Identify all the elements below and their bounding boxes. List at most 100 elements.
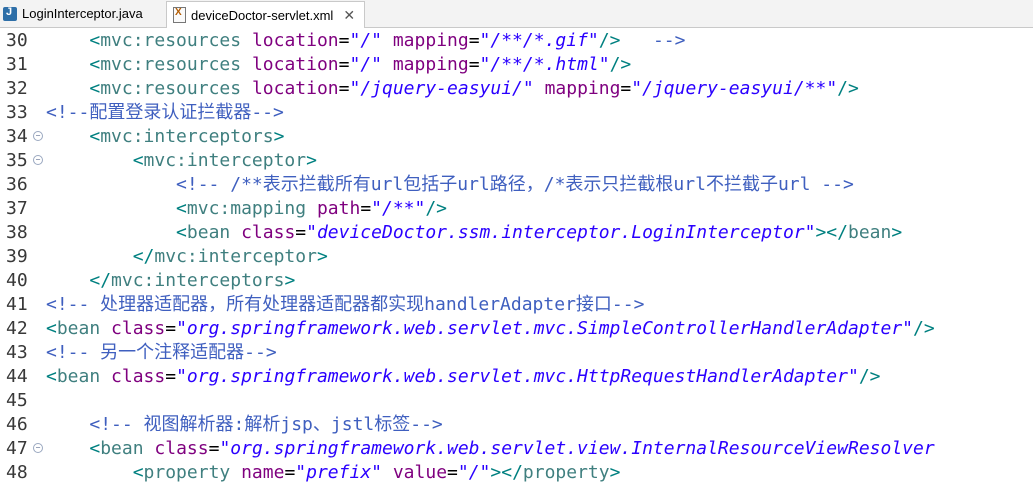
code-token: <!-- 视图解析器:解析jsp、jstl标签--> [89,414,443,435]
code-text: <mvc:interceptors> [46,125,284,149]
code-token: <!--配置登录认证拦截器--> [46,102,284,123]
line-number: 43 [6,342,28,363]
code-line[interactable]: 42 <bean class="org.springframework.web.s… [0,317,1033,341]
code-token: </ [89,270,112,291]
code-line[interactable]: 43 <!-- 另一个注释适配器--> [0,341,1033,365]
code-token: mvc:resources [100,54,242,75]
line-number: 38 [6,222,28,243]
code-line[interactable]: 46 <!-- 视图解析器:解析jsp、jstl标签--> [0,413,1033,437]
code-line[interactable]: 45 [0,389,1033,413]
code-token: ></ [490,462,523,483]
code-editor[interactable]: 30 <mvc:resources location="/" mapping="… [0,28,1033,485]
code-token: = [208,438,220,459]
code-line[interactable]: 36 <!-- /**表示拦截所有url包括子url路径，/*表示只拦截根url… [0,173,1033,197]
code-token: bean [56,318,101,339]
code-token: /> [837,78,859,99]
code-token: < [132,150,144,171]
code-token: --> [620,30,686,51]
code-line[interactable]: 32 <mvc:resources location="/jquery-easy… [0,77,1033,101]
code-line[interactable]: 37 <mvc:mapping path="/**"/> [0,197,1033,221]
code-line[interactable]: 44 <bean class="org.springframework.web.s… [0,365,1033,389]
code-token: < [89,78,101,99]
code-line[interactable]: 47− <bean class="org.springframework.web… [0,437,1033,461]
code-token: property [522,462,610,483]
code-text: <mvc:mapping path="/**"/> [46,197,447,221]
code-line[interactable]: 34− <mvc:interceptors> [0,125,1033,149]
code-token: mvc:interceptors [111,270,285,291]
code-token: = [338,54,350,75]
line-number: 39 [6,246,28,267]
code-token: < [89,126,101,147]
code-token: = [165,318,177,339]
code-token: class [154,438,209,459]
code-text: <property name="prefix" value="/"></prop… [46,461,621,485]
code-token: mapping [392,30,469,51]
code-token: > [609,462,621,483]
fold-toggle-icon[interactable]: − [33,131,43,141]
code-token: ></ [815,222,848,243]
code-line[interactable]: 40 </mvc:interceptors> [0,269,1033,293]
code-token: > [273,126,285,147]
line-number: 41 [6,294,28,315]
code-token: location [251,54,339,75]
code-token: < [89,54,101,75]
code-token: "/**/*.gif" [479,30,599,51]
code-token: "org.springframework.web.servlet.mvc.Htt… [176,366,859,387]
code-token: > [316,246,328,267]
tab-login-interceptor[interactable]: LoginInterceptor.java [0,1,160,26]
code-text: <bean class="org.springframework.web.ser… [46,317,935,341]
code-token: = [468,54,480,75]
code-token: > [306,150,317,171]
code-text: <bean class="org.springframework.web.ser… [46,437,934,461]
fold-toggle-icon[interactable]: − [33,443,43,453]
code-token: /> [598,30,621,51]
fold-toggle-icon[interactable]: − [33,155,43,165]
code-line[interactable]: 48 <property name="prefix" value="/"></p… [0,461,1033,485]
code-token: bean [847,222,892,243]
code-token: <!-- 处理器适配器，所有处理器适配器都实现handlerAdapter接口-… [46,294,645,315]
code-token: /> [913,318,935,339]
code-token: "/**/*.html" [479,54,610,75]
code-token: < [176,222,187,243]
code-token: mvc:interceptor [154,246,317,267]
code-token: "/**" [371,198,426,219]
line-number: 33 [6,102,28,123]
close-icon[interactable]: ✕ [343,7,355,24]
code-token: mvc:interceptors [100,126,274,147]
code-token: /> [609,54,632,75]
line-number: 31 [6,54,28,75]
code-token: mvc:interceptor [143,150,307,171]
code-token: < [46,318,57,339]
code-line[interactable]: 35− <mvc:interceptor> [0,149,1033,173]
line-number: 34 [6,126,28,147]
code-line[interactable]: 31 <mvc:resources location="/" mapping="… [0,53,1033,77]
code-token: "deviceDoctor.ssm.interceptor.LoginInter… [306,222,816,243]
code-token: mapping [544,78,621,99]
code-token: "prefix" [295,462,382,483]
code-line[interactable]: 41 <!-- 处理器适配器，所有处理器适配器都实现handlerAdapter接… [0,293,1033,317]
code-token: < [132,462,144,483]
code-line[interactable]: 33 <!--配置登录认证拦截器--> [0,101,1033,125]
code-token: = [295,222,307,243]
line-number: 47 [6,438,28,459]
line-number: 36 [6,174,28,195]
tab-label: deviceDoctor-servlet.xml [191,7,334,23]
tab-device-doctor-servlet[interactable]: deviceDoctor-servlet.xml ✕ [166,1,365,28]
code-line[interactable]: 38 <bean class="deviceDoctor.ssm.interce… [0,221,1033,245]
code-text: <!-- 处理器适配器，所有处理器适配器都实现handlerAdapter接口-… [46,293,644,317]
code-line[interactable]: 39 </mvc:interceptor> [0,245,1033,269]
java-file-icon [3,6,17,21]
line-number: 48 [6,462,28,483]
code-token: "/" [349,30,382,51]
code-line[interactable]: 30 <mvc:resources location="/" mapping="… [0,29,1033,53]
code-text: <mvc:resources location="/" mapping="/**… [46,53,631,77]
